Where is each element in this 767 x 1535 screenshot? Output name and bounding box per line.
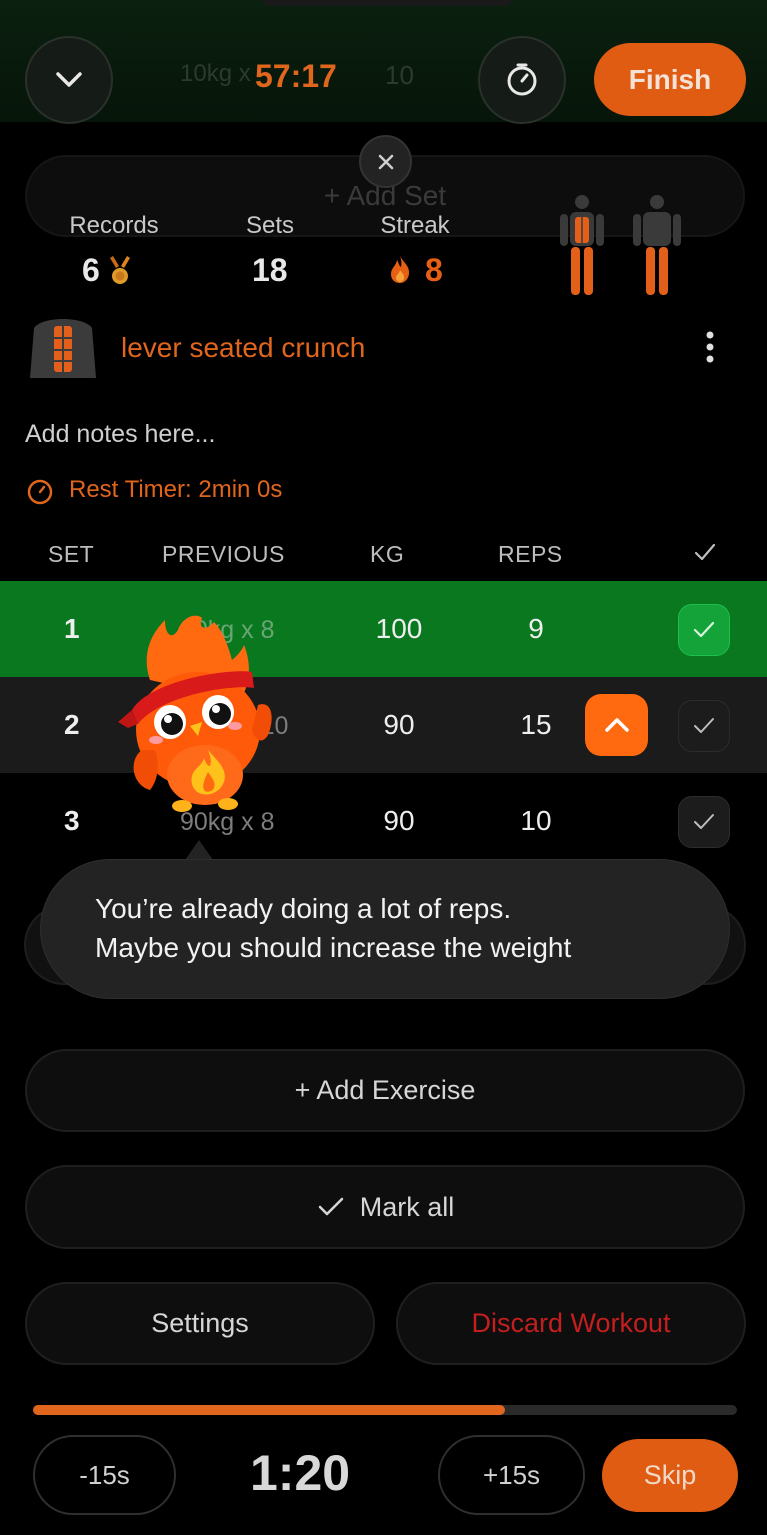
more-options-button[interactable] [690, 325, 730, 369]
skip-rest-button[interactable]: Skip [602, 1439, 738, 1512]
hidden-previous-text: 10kg x [180, 60, 251, 87]
elapsed-time: 57:17 [255, 58, 337, 94]
exercise-thumbnail-icon[interactable] [24, 308, 102, 386]
flame-icon [391, 255, 410, 283]
close-icon [378, 154, 393, 169]
phoenix-mascot-icon [118, 615, 272, 812]
rest-countdown: 1:20 [250, 1445, 351, 1501]
check-icon [694, 718, 714, 733]
notes-input[interactable]: Add notes here... [25, 420, 215, 449]
timer-icon [507, 63, 537, 96]
tooltip-pointer [185, 840, 213, 860]
records-label: Records [69, 212, 159, 239]
chevron-down-icon [56, 72, 82, 87]
rest-timer-icon [27, 479, 53, 505]
reps-input[interactable]: 10 [512, 805, 560, 837]
coach-tooltip[interactable] [40, 859, 730, 999]
close-button[interactable] [359, 135, 412, 188]
finish-button[interactable]: Finish [594, 43, 746, 116]
column-set: SET [48, 541, 95, 567]
complete-checkbox[interactable] [678, 700, 730, 752]
chevron-up-icon [604, 718, 629, 732]
kg-input[interactable]: 90 [375, 805, 423, 837]
exercise-name[interactable]: lever seated crunch [121, 332, 365, 364]
streak-label: Streak [380, 212, 450, 239]
reps-input[interactable]: 15 [512, 709, 560, 741]
mark-all-button[interactable]: Mark all [25, 1165, 745, 1249]
check-icon [693, 621, 715, 638]
medal-icon [109, 255, 130, 284]
records-value: 6 [82, 252, 132, 289]
timer-button[interactable] [478, 36, 566, 124]
drag-handle[interactable] [262, 0, 512, 6]
kg-input[interactable]: 100 [375, 613, 423, 645]
collapse-button[interactable] [25, 36, 113, 124]
rest-timer-label[interactable]: Rest Timer: 2min 0s [69, 476, 282, 504]
set-number[interactable]: 3 [64, 805, 80, 837]
check-icon [318, 1197, 343, 1216]
set-number[interactable]: 1 [64, 613, 80, 645]
sets-label: Sets [245, 212, 295, 239]
kg-input[interactable]: 90 [375, 709, 423, 741]
set-number[interactable]: 2 [64, 709, 80, 741]
column-previous: PREVIOUS [162, 541, 285, 567]
mark-all-label: Mark all [359, 1191, 455, 1222]
hidden-reps-text: 10 [385, 60, 414, 90]
tooltip-text-line2: Maybe you should increase the weight [95, 932, 572, 963]
minus-15s-button[interactable]: -15s [33, 1435, 176, 1515]
discard-workout-button[interactable]: Discard Workout [396, 1282, 746, 1365]
column-kg: KG [370, 541, 405, 567]
sets-value: 18 [252, 252, 288, 288]
muscle-map-back-icon [633, 195, 681, 295]
check-icon [694, 814, 714, 829]
increase-weight-button[interactable] [585, 694, 648, 756]
more-vertical-icon [706, 331, 714, 363]
complete-checkbox[interactable] [678, 796, 730, 848]
tooltip-text-line1: You’re already doing a lot of reps. [95, 893, 512, 924]
muscle-map-front-icon [560, 195, 604, 295]
rest-progress-fill [33, 1405, 505, 1415]
settings-button[interactable]: Settings [25, 1282, 375, 1365]
plus-15s-button[interactable]: +15s [438, 1435, 585, 1515]
column-check-icon [694, 543, 716, 561]
streak-value: 8 [425, 252, 443, 288]
reps-input[interactable]: 9 [512, 613, 560, 645]
column-reps: REPS [498, 541, 563, 567]
complete-checkbox[interactable] [678, 604, 730, 656]
records-count: 6 [82, 252, 100, 288]
add-exercise-button[interactable]: + Add Exercise [25, 1049, 745, 1132]
